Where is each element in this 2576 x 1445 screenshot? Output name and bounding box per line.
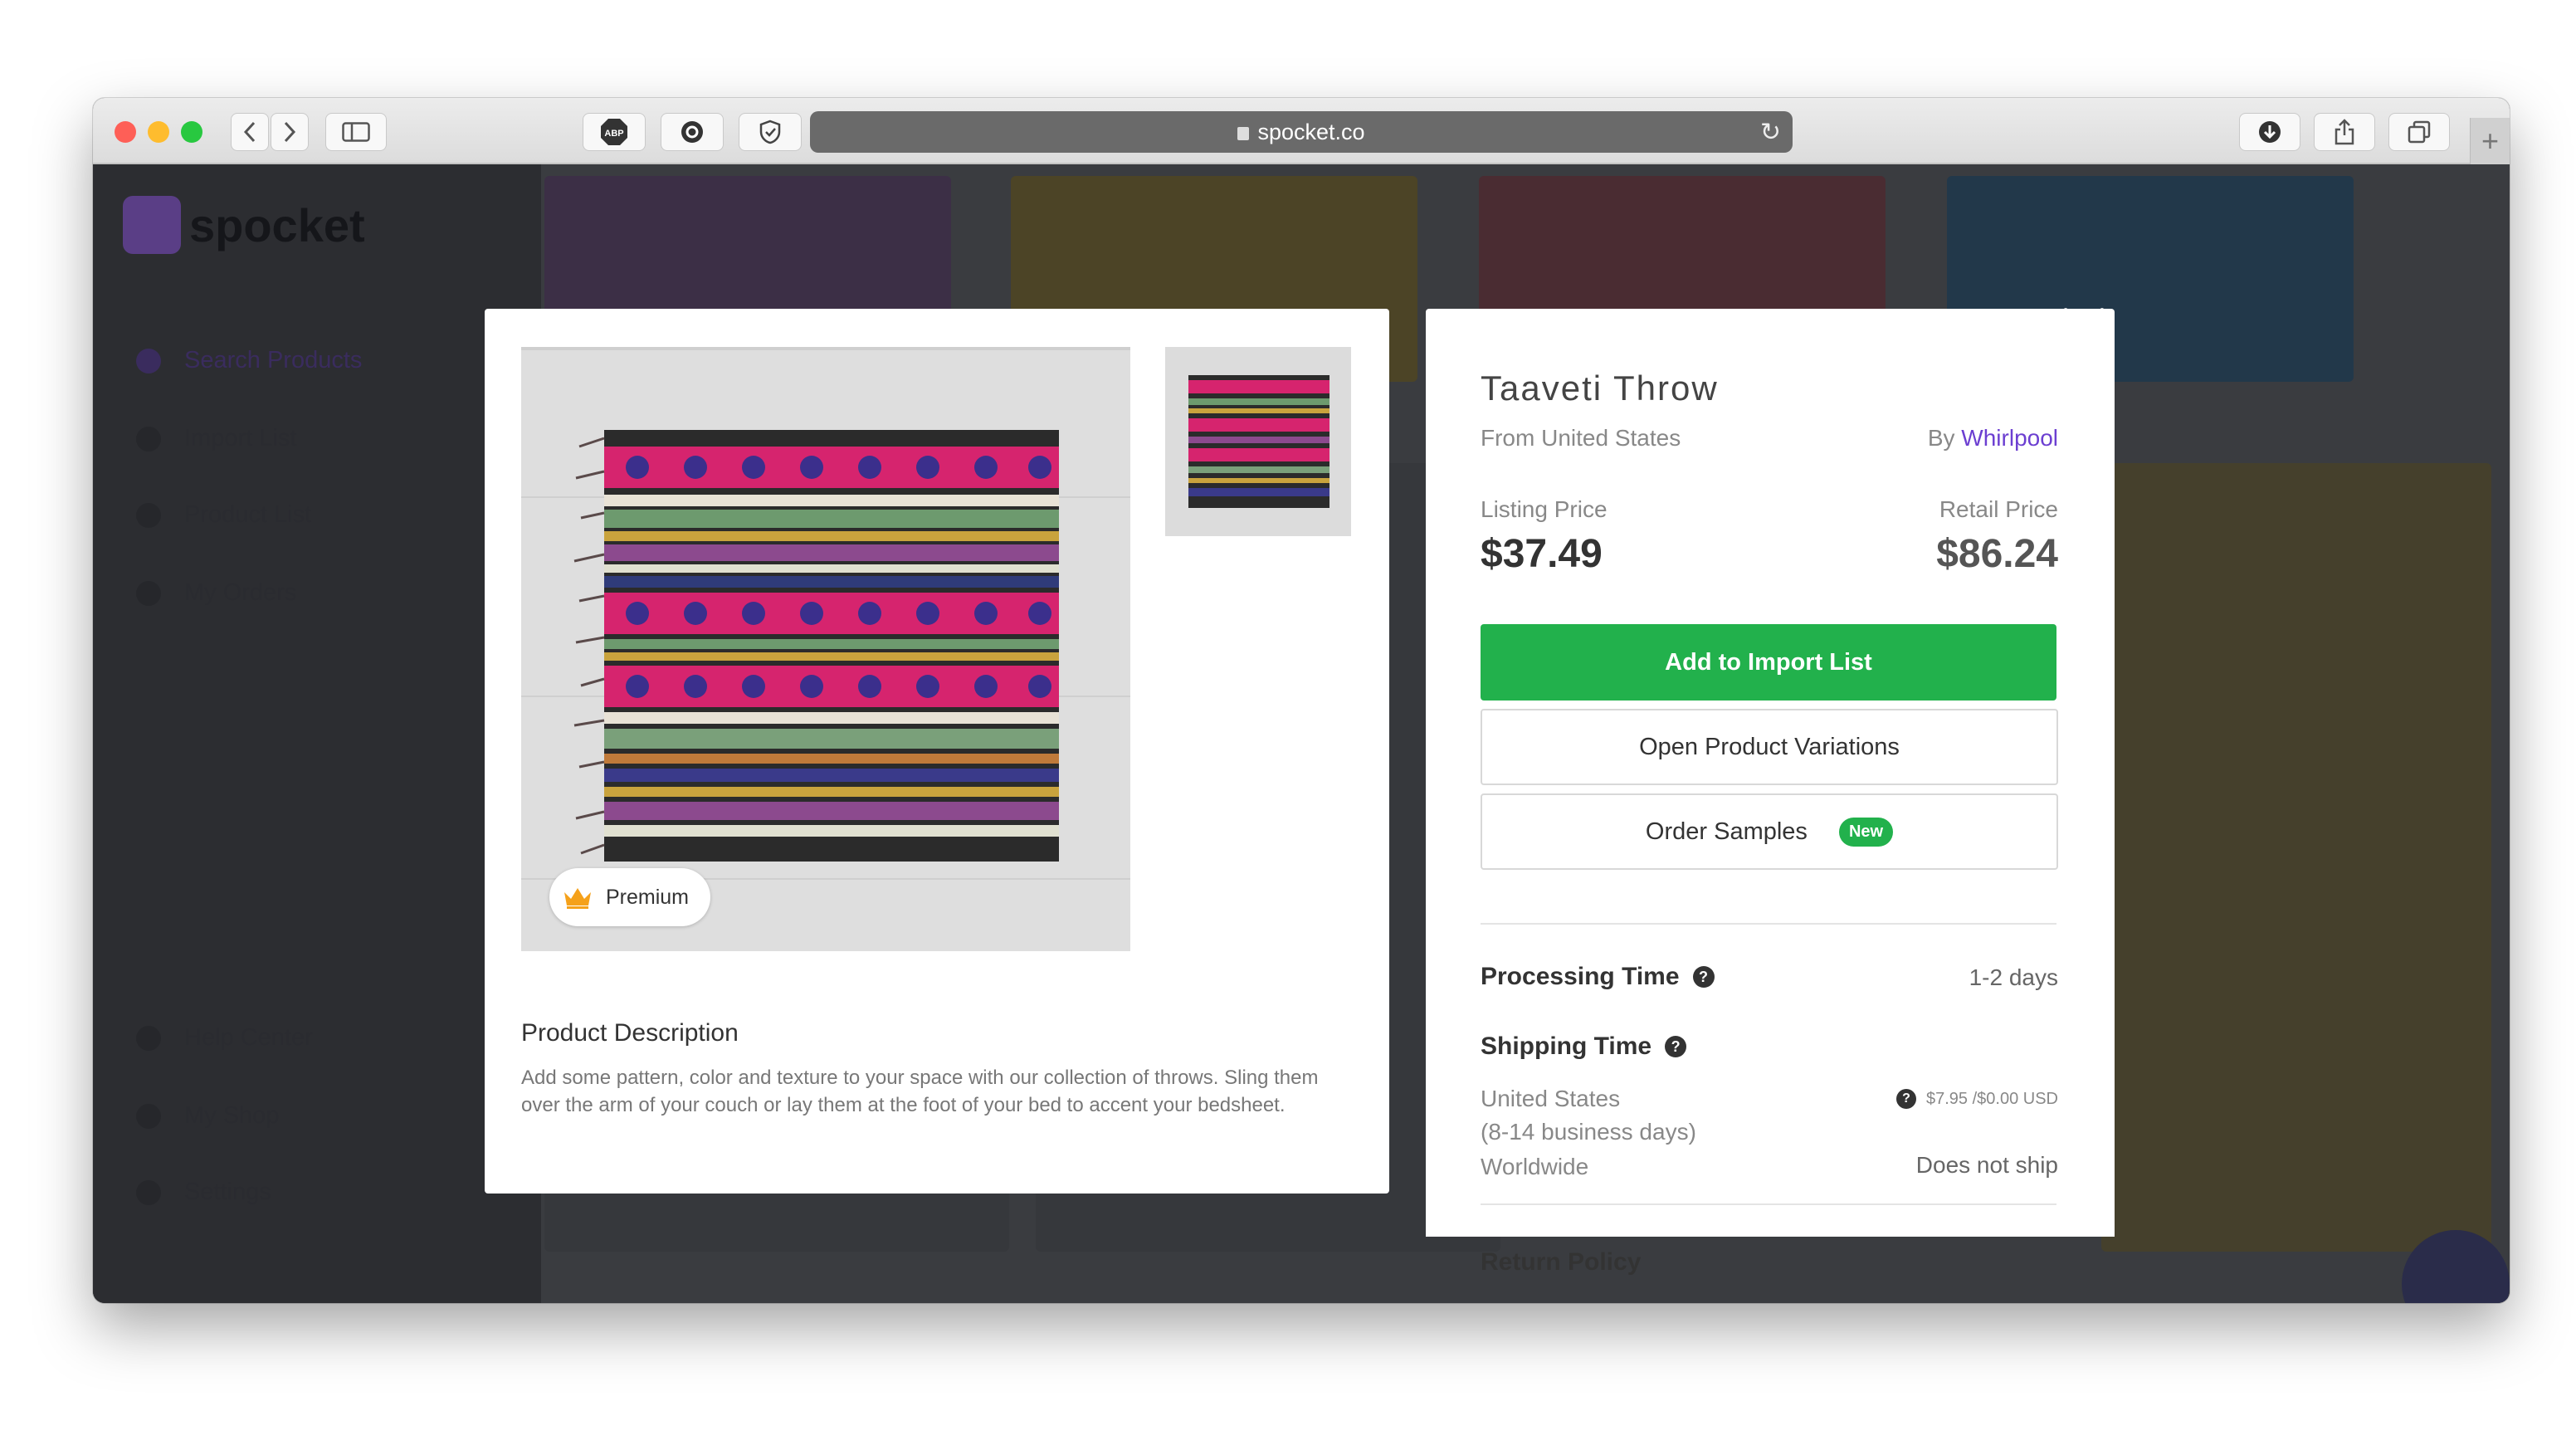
grammarly-icon — [681, 121, 703, 143]
shipping-us-cost: ? $7.95 /$0.00 USD — [1896, 1089, 2058, 1109]
product-media-card: Premium Product Description Add some pat… — [485, 309, 1389, 1194]
adblock-icon: ABP — [601, 119, 627, 145]
description-title: Product Description — [521, 1019, 739, 1047]
divider — [1481, 1203, 2056, 1205]
sidebar-item-settings[interactable]: Settings — [136, 1179, 271, 1206]
sidebar-item-help-center[interactable]: Help Center — [136, 1024, 313, 1052]
browser-titlebar: ABP spocket.co ↻ + — [93, 98, 2510, 164]
help-icon[interactable]: ? — [1692, 966, 1715, 988]
processing-time-text: Processing Time — [1481, 963, 1680, 990]
new-badge: New — [1838, 817, 1894, 847]
share-icon — [2334, 119, 2354, 145]
product-thumbnail[interactable] — [1165, 347, 1351, 536]
premium-badge: Premium — [549, 868, 711, 926]
throw-image — [521, 347, 1130, 951]
new-tab-button[interactable]: + — [2470, 118, 2510, 164]
logo: spocket — [123, 196, 365, 254]
sidebar-icon — [342, 122, 370, 142]
sidebar-item-import-list[interactable]: Import List — [136, 425, 296, 452]
adblock-extension-button[interactable]: ABP — [583, 113, 646, 151]
adblock-label: ABP — [604, 129, 623, 139]
order-samples-button[interactable]: Order Samples New — [1481, 793, 2058, 870]
open-product-variations-button[interactable]: Open Product Variations — [1481, 709, 2058, 785]
forward-button[interactable] — [271, 113, 309, 151]
return-policy-label: Return Policy — [1481, 1248, 1642, 1276]
retail-price: $86.24 — [1936, 532, 2058, 576]
product-origin: From United States — [1481, 425, 1681, 451]
sidebar-item-my-shop[interactable]: My Shop — [136, 1102, 279, 1130]
product-main-image: Premium — [521, 347, 1130, 951]
shop-icon — [136, 1103, 161, 1129]
back-button[interactable] — [231, 113, 269, 151]
divider — [1481, 923, 2056, 925]
product-title: Taaveti Throw — [1481, 369, 1719, 408]
sidebar-label: Product List — [184, 501, 312, 528]
shipping-worldwide-value: Does not ship — [1915, 1152, 2058, 1178]
shipping-us-days: (8-14 business days) — [1481, 1119, 1696, 1145]
listing-price-label: Listing Price — [1481, 496, 1608, 522]
shipping-time-label: Shipping Time ? — [1481, 1032, 1687, 1061]
gear-icon — [136, 1179, 161, 1205]
browser-window: ABP spocket.co ↻ + spocket Search Produc… — [93, 98, 2510, 1303]
crown-icon — [564, 888, 591, 909]
help-icon — [136, 1025, 161, 1051]
supplier-prefix: By — [1927, 425, 1955, 451]
tabs-overview-button[interactable] — [2388, 113, 2450, 151]
processing-time-value: 1-2 days — [1969, 964, 2058, 990]
share-button[interactable] — [2314, 113, 2375, 151]
star-icon — [136, 426, 161, 452]
tabs-icon — [2408, 120, 2431, 144]
description-text: Add some pattern, color and texture to y… — [521, 1067, 1319, 1116]
supplier-line: By Whirlpool — [1928, 425, 2058, 452]
download-icon — [2259, 121, 2281, 143]
shipping-us: United States (8-14 business days) — [1481, 1082, 1696, 1149]
grammarly-extension-button[interactable] — [661, 113, 724, 151]
sidebar-item-my-orders[interactable]: My Orders — [136, 579, 296, 607]
shipping-time-text: Shipping Time — [1481, 1032, 1652, 1060]
sidebar-label: Help Center — [184, 1024, 313, 1051]
list-icon — [136, 502, 161, 528]
sidebar: spocket Search Products Import List Prod… — [93, 164, 541, 1303]
sidebar-label: Settings — [184, 1179, 271, 1205]
sidebar-item-search[interactable]: Search Products — [136, 347, 362, 374]
retail-price-label: Retail Price — [1939, 496, 2058, 522]
listing-price: $37.49 — [1481, 532, 1603, 576]
chevron-right-icon — [284, 121, 296, 143]
sidebar-label: Search Products — [184, 347, 363, 373]
product-details-card: Taaveti Throw From United States By Whir… — [1426, 309, 2115, 1276]
product-card[interactable] — [2101, 463, 2491, 1252]
order-samples-label: Order Samples — [1645, 818, 1808, 845]
minimize-window-button[interactable] — [148, 121, 169, 143]
spocket-logo-icon — [123, 196, 181, 254]
downloads-button[interactable] — [2239, 113, 2300, 151]
close-window-button[interactable] — [115, 121, 136, 143]
sidebar-label: My Orders — [184, 579, 297, 606]
add-to-import-list-button[interactable]: Add to Import List — [1481, 624, 2056, 701]
reload-icon[interactable]: ↻ — [1760, 118, 1781, 147]
help-icon[interactable]: ? — [1896, 1089, 1916, 1109]
supplier-link[interactable]: Whirlpool — [1961, 425, 2058, 451]
brand-name: spocket — [189, 198, 365, 251]
processing-time-label: Processing Time ? — [1481, 963, 1715, 991]
zoom-window-button[interactable] — [181, 121, 202, 143]
lock-icon — [1237, 127, 1250, 140]
premium-label: Premium — [606, 885, 690, 909]
sidebar-toggle-button[interactable] — [325, 113, 387, 151]
sidebar-label: My Shop — [184, 1102, 280, 1129]
throw-thumbnail-image — [1165, 347, 1351, 536]
chevron-left-icon — [243, 121, 256, 143]
privacy-extension-button[interactable] — [739, 113, 802, 151]
shipping-worldwide-country: Worldwide — [1481, 1154, 1589, 1179]
shipping-us-cost-text: $7.95 /$0.00 USD — [1926, 1089, 2058, 1108]
shipping-us-country: United States — [1481, 1086, 1621, 1111]
address-bar[interactable]: spocket.co ↻ — [810, 111, 1793, 153]
help-icon[interactable]: ? — [1665, 1036, 1687, 1057]
shield-icon — [759, 120, 781, 144]
sidebar-label: Import List — [184, 425, 297, 452]
tag-icon — [136, 580, 161, 606]
search-icon — [136, 348, 161, 373]
address-url: spocket.co — [1257, 119, 1365, 144]
sidebar-item-product-list[interactable]: Product List — [136, 501, 311, 529]
